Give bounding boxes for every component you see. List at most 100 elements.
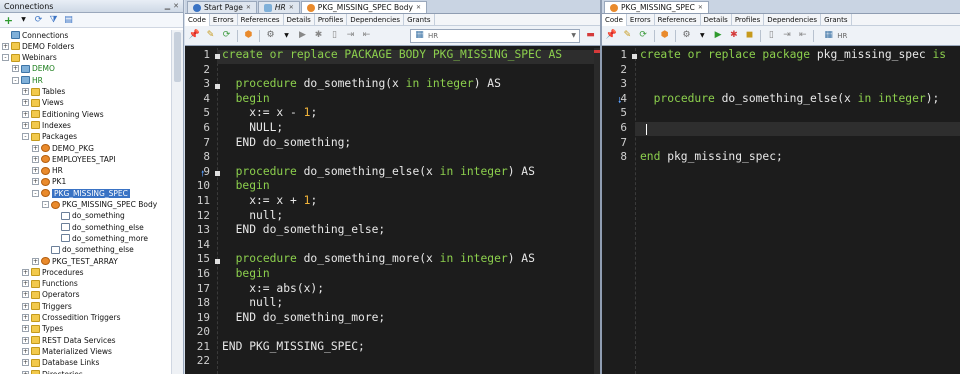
collapse-icon[interactable]: -: [42, 201, 49, 208]
expand-icon[interactable]: +: [22, 121, 29, 129]
code-line[interactable]: begin: [222, 267, 562, 282]
code-line[interactable]: create or replace PACKAGE BODY PKG_MISSI…: [222, 48, 562, 63]
close-tab-icon[interactable]: ✕: [289, 4, 294, 11]
run-icon[interactable]: ▶: [713, 30, 724, 41]
code-line[interactable]: ​: [222, 325, 562, 340]
tree-node[interactable]: + Triggers: [22, 301, 72, 311]
tree-node[interactable]: + Materialized Views: [22, 346, 112, 356]
expand-icon[interactable]: +: [32, 178, 39, 186]
expand-icon[interactable]: +: [22, 110, 29, 118]
fold-marker-icon[interactable]: [215, 259, 220, 264]
expand-icon[interactable]: +: [22, 370, 29, 374]
code-line[interactable]: ​: [640, 106, 946, 121]
subtab-details[interactable]: Details: [284, 13, 315, 26]
bookmark-icon[interactable]: ▯: [329, 30, 340, 41]
pin-icon[interactable]: 📌: [189, 30, 200, 41]
subtab-errors[interactable]: Errors: [627, 13, 655, 26]
minimize-icon[interactable]: ▁: [165, 2, 170, 10]
debug-icon[interactable]: ✱: [313, 30, 324, 41]
code-line[interactable]: ​: [222, 354, 562, 369]
tab-pkg-missing-spec-body[interactable]: PKG_MISSING_SPEC Body ✕: [300, 1, 427, 13]
expand-icon[interactable]: +: [32, 257, 39, 265]
fold-marker-icon[interactable]: [215, 84, 220, 89]
code-line[interactable]: procedure do_something_else(x in integer…: [640, 92, 946, 107]
collapse-icon[interactable]: -: [22, 133, 29, 141]
add-connection-icon[interactable]: +: [3, 15, 14, 26]
expand-icon[interactable]: +: [2, 42, 9, 50]
run-icon[interactable]: ▶: [297, 30, 308, 41]
code-line[interactable]: ​: [222, 150, 562, 165]
tree-node[interactable]: do_something_more: [52, 233, 148, 243]
previous-icon[interactable]: ⇤: [361, 30, 372, 41]
tree-node[interactable]: + Indexes: [22, 120, 71, 130]
expand-icon[interactable]: +: [32, 155, 39, 163]
connection-select[interactable]: ▦ HR ▼: [410, 28, 580, 43]
tree-node[interactable]: + Tables: [22, 87, 65, 97]
tree-node[interactable]: + Crossedition Triggers: [22, 313, 121, 323]
code-line[interactable]: ​: [640, 136, 946, 151]
code-line[interactable]: ​: [640, 77, 946, 92]
code-line[interactable]: END PKG_MISSING_SPEC;: [222, 340, 562, 355]
subtab-profiles[interactable]: Profiles: [732, 13, 765, 26]
chevron-down-icon[interactable]: ▼: [281, 30, 292, 41]
tree-node[interactable]: + EMPLOYEES_TAPI: [32, 154, 116, 164]
compile-icon[interactable]: ⬢: [243, 30, 254, 41]
expand-icon[interactable]: +: [22, 88, 29, 95]
code-editor[interactable]: create or replace package pkg_missing_sp…: [640, 48, 946, 165]
tree-node[interactable]: do_something: [52, 211, 125, 221]
tree-node[interactable]: + Directories: [22, 369, 83, 374]
code-line[interactable]: x:= x - 1;: [222, 106, 562, 121]
expand-icon[interactable]: +: [22, 359, 29, 367]
close-tab-icon[interactable]: ✕: [698, 4, 703, 11]
refresh-icon[interactable]: ⟳: [221, 30, 232, 41]
debug-icon[interactable]: ✱: [728, 30, 739, 41]
expand-icon[interactable]: +: [22, 268, 29, 276]
tree-node[interactable]: do_something_else: [42, 245, 134, 255]
code-line[interactable]: NULL;: [222, 121, 562, 136]
compile-options-icon[interactable]: ⚙: [681, 30, 692, 41]
previous-icon[interactable]: ⇤: [797, 30, 808, 41]
implements-arrow-icon[interactable]: 🠕: [201, 168, 204, 182]
close-icon[interactable]: ✕: [173, 2, 179, 10]
tree-node[interactable]: + DEMO Folders: [2, 41, 74, 51]
connections-scrollbar[interactable]: [171, 30, 183, 374]
tree-node[interactable]: + Types: [22, 324, 63, 334]
tree-node[interactable]: - PKG_MISSING_SPEC Body: [42, 200, 157, 210]
code-line[interactable]: ​: [222, 238, 562, 253]
code-line[interactable]: null;: [222, 209, 562, 224]
close-tab-icon[interactable]: ✕: [246, 4, 251, 11]
code-line[interactable]: end pkg_missing_spec;: [640, 150, 946, 165]
subtab-code[interactable]: Code: [185, 13, 210, 26]
bookmark-icon[interactable]: ▯: [766, 30, 777, 41]
expand-icon[interactable]: +: [22, 280, 29, 288]
tab-start-page[interactable]: Start Page ✕: [187, 1, 257, 13]
code-line[interactable]: x:= abs(x);: [222, 282, 562, 297]
subtab-references[interactable]: References: [655, 13, 701, 26]
code-line[interactable]: procedure do_something(x in integer) AS: [222, 77, 562, 92]
subtab-details[interactable]: Details: [701, 13, 732, 26]
expand-icon[interactable]: +: [12, 65, 19, 73]
close-tab-icon[interactable]: ✕: [416, 4, 421, 11]
code-line[interactable]: END do_something;: [222, 136, 562, 151]
tree-node[interactable]: Connections: [2, 30, 68, 40]
tree-node[interactable]: + DEMO_PKG: [32, 143, 94, 153]
expand-icon[interactable]: +: [22, 291, 29, 299]
pin-icon[interactable]: 📌: [606, 30, 617, 41]
next-icon[interactable]: ⇥: [782, 30, 793, 41]
tree-node[interactable]: + PK1: [32, 177, 66, 187]
subtab-grants[interactable]: Grants: [404, 13, 435, 26]
code-line[interactable]: procedure do_something_else(x in integer…: [222, 165, 562, 180]
subtab-profiles[interactable]: Profiles: [315, 13, 348, 26]
expand-icon[interactable]: +: [22, 325, 29, 333]
compile-options-icon[interactable]: ⚙: [265, 30, 276, 41]
fold-marker-icon[interactable]: [215, 54, 220, 59]
refresh-icon[interactable]: ⟳: [33, 15, 44, 26]
fold-marker-icon[interactable]: [632, 54, 637, 59]
scrollbar-thumb[interactable]: [174, 32, 181, 82]
subtab-grants[interactable]: Grants: [821, 13, 852, 26]
code-line[interactable]: END do_something_more;: [222, 311, 562, 326]
tree-node[interactable]: + Database Links: [22, 358, 99, 368]
subtab-errors[interactable]: Errors: [210, 13, 238, 26]
subtab-dependencies[interactable]: Dependencies: [347, 13, 405, 26]
chevron-down-icon[interactable]: ▼: [18, 15, 29, 26]
